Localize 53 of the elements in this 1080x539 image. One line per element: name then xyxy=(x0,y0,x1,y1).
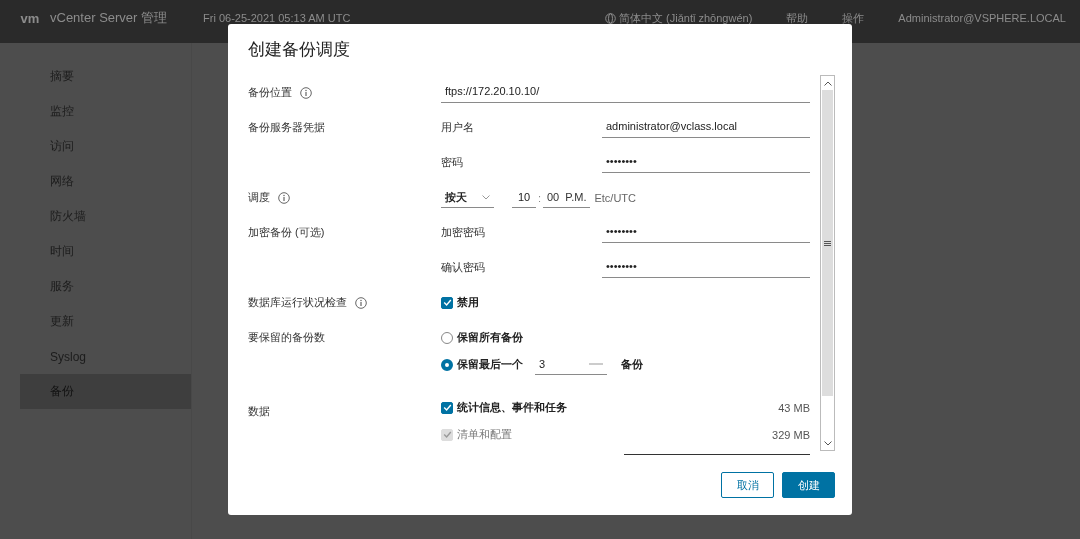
checkbox-label: 统计信息、事件和任务 xyxy=(457,400,567,415)
input-field[interactable]: •••••••• xyxy=(602,222,810,243)
input-field[interactable]: •••••••• xyxy=(602,152,810,173)
size-label: 43 MB xyxy=(778,401,810,414)
checkbox[interactable] xyxy=(441,401,453,414)
scroll-up-icon[interactable] xyxy=(823,80,832,86)
actions-menu[interactable]: 操作 xyxy=(842,9,865,27)
help-menu[interactable]: 帮助 xyxy=(786,9,809,27)
radio-label: 保留所有备份 xyxy=(457,330,523,345)
form-label: 数据 xyxy=(248,404,270,419)
form-label: 备份服务器凭据 xyxy=(248,120,325,135)
hour-field[interactable]: 10 xyxy=(512,187,536,208)
user-menu[interactable]: Administrator@VSPHERE.LOCAL xyxy=(898,9,1066,27)
field-label: 确认密码 xyxy=(441,260,486,275)
checkbox-label: 禁用 xyxy=(457,295,479,310)
language-menu[interactable]: 简体中文 (Jiǎntǐ zhōngwén) xyxy=(619,9,753,27)
globe-icon xyxy=(605,12,617,24)
grip-icon[interactable] xyxy=(824,239,831,247)
time-separator: : xyxy=(536,191,543,204)
location-field[interactable]: ftps://172.20.10.10/ xyxy=(441,82,810,103)
checkbox[interactable] xyxy=(441,296,453,309)
datetime: Fri 06-25-2021 05:13 AM UTC xyxy=(203,11,351,26)
count-field[interactable]: 3 xyxy=(535,354,607,375)
input-field[interactable]: administrator@vclass.local xyxy=(602,117,810,138)
form-label: 备份位置 xyxy=(248,85,292,100)
form-label: 加密备份 (可选) xyxy=(248,225,325,240)
form-label: 调度 xyxy=(248,190,270,205)
unit-label: 备份 xyxy=(621,357,643,372)
form-label: 要保留的备份数 xyxy=(248,330,325,345)
form-label: 数据库运行状况检查 xyxy=(248,295,347,310)
field-label: 用户名 xyxy=(441,120,475,135)
info-icon[interactable] xyxy=(355,296,367,309)
dialog-title: 创建备份调度 xyxy=(247,39,351,61)
cancel-button[interactable]: 取消 xyxy=(721,472,774,498)
size-label: 329 MB xyxy=(772,428,810,441)
field-label: 密码 xyxy=(441,155,464,170)
scroll-down-icon[interactable] xyxy=(823,440,832,446)
field-label: 加密密码 xyxy=(441,225,486,240)
info-icon[interactable] xyxy=(300,86,312,99)
create-button[interactable]: 创建 xyxy=(782,472,835,498)
minute-field[interactable]: 00 xyxy=(547,191,560,203)
input-field[interactable]: •••••••• xyxy=(602,257,810,278)
app-title: vCenter Server 管理 xyxy=(50,9,169,27)
chevron-down-icon xyxy=(482,194,490,200)
radio-button[interactable] xyxy=(441,358,453,371)
scrollbar[interactable] xyxy=(820,75,835,451)
checkbox-label: 清单和配置 xyxy=(457,427,512,442)
timezone-label: Etc/UTC xyxy=(594,191,636,204)
info-icon[interactable] xyxy=(278,191,290,204)
logo: vm xyxy=(19,9,41,27)
ampm-toggle[interactable]: P.M. xyxy=(565,191,587,203)
frequency-dropdown[interactable]: 按天 xyxy=(441,187,494,208)
radio-label: 保留最后一个 xyxy=(457,357,523,372)
